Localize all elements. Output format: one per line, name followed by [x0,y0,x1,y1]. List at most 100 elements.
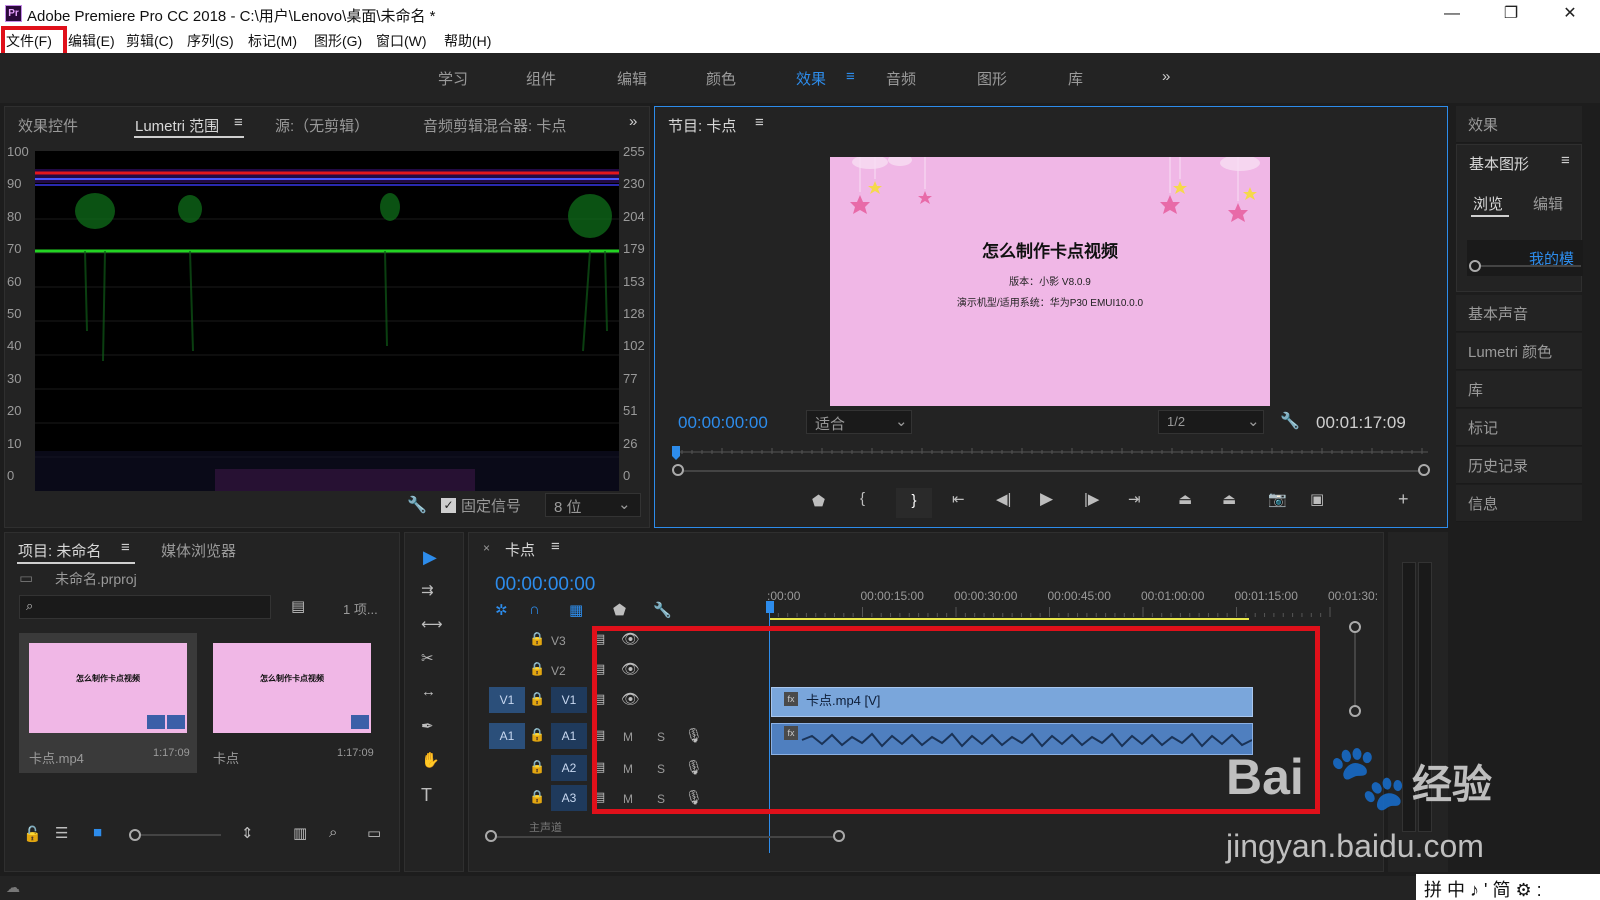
track-lock-icon[interactable]: 🔒 [529,691,545,707]
source-patch-v1[interactable]: V1 [489,687,525,713]
go-to-in-icon[interactable]: ⇤ [952,490,965,508]
close-icon[interactable]: ✕ [1550,2,1590,26]
workspace-assembly[interactable]: 组件 [526,68,556,89]
workspace-menu-icon[interactable]: ≡ [846,68,855,85]
wrench-icon[interactable]: 🔧 [1280,411,1300,431]
track-lock-icon[interactable]: 🔒 [529,789,545,805]
button-editor-add-icon[interactable]: + [1398,489,1409,510]
menu-graphics[interactable]: 图形(G) [314,31,362,51]
menu-clip[interactable]: 剪辑(C) [126,31,173,51]
add-marker-icon[interactable]: ⬟ [613,601,626,619]
selection-tool-icon[interactable]: ▶ [423,547,437,568]
workspace-learn[interactable]: 学习 [438,68,468,89]
restore-icon[interactable]: ❐ [1491,2,1531,26]
panel-menu-icon[interactable]: ≡ [755,114,764,131]
thumbnail-size-slider[interactable] [141,834,221,836]
menu-edit[interactable]: 编辑(E) [68,31,115,51]
find-icon[interactable]: ⌕ [329,824,337,841]
new-bin-icon[interactable]: ▭ [367,824,381,842]
workspace-graphics[interactable]: 图形 [977,68,1007,89]
program-mini-ruler[interactable] [671,446,1428,464]
source-patch-a1[interactable]: A1 [489,723,525,749]
panel-essential-sound[interactable]: 基本声音 [1456,295,1582,332]
ripple-edit-tool-icon[interactable]: ⟷ [421,615,443,633]
playhead-head[interactable] [766,601,774,613]
project-item-card[interactable]: 怎么制作卡点视频 卡点.mp4 1:17:09 [19,633,197,773]
track-lock-icon[interactable]: 🔒 [529,727,545,743]
workspace-editing[interactable]: 编辑 [617,68,647,89]
add-marker-icon[interactable]: ⬟ [812,492,825,510]
track-lock-icon[interactable]: 🔒 [529,759,545,775]
panel-menu-icon[interactable]: ≡ [1561,152,1570,169]
panel-info[interactable]: 信息 [1456,485,1582,522]
panel-menu-icon[interactable]: ≡ [121,539,130,556]
close-tab-icon[interactable]: × [483,541,490,555]
workspace-color[interactable]: 颜色 [706,68,736,89]
zoom-select[interactable]: 适合 ⌄ [806,410,912,434]
thumbnail-size-handle[interactable] [129,829,141,841]
panel-effects[interactable]: 效果 [1456,106,1582,143]
clamp-signal-checkbox[interactable]: ✓ [441,498,456,513]
camera-icon[interactable]: 📷 [1268,490,1287,508]
lock-icon[interactable]: 🔓 [23,825,42,843]
comparison-view-icon[interactable]: ▣ [1310,490,1324,508]
menu-marker[interactable]: 标记(M) [248,31,297,51]
tab-project[interactable]: 项目: 未命名 [18,540,101,561]
track-select-tool-icon[interactable]: ⇉ [421,581,434,599]
program-timecode[interactable]: 00:00:00:00 [678,413,768,433]
track-label[interactable]: V3 [551,634,566,648]
lift-icon[interactable]: ⏏ [1178,490,1192,508]
mark-in-icon[interactable]: { [860,490,865,507]
project-item-card[interactable]: 怎么制作卡点视频 卡点 1:17:09 [203,633,381,773]
nest-toggle-icon[interactable]: ✲ [495,601,508,619]
new-bin-from-search-icon[interactable]: ▤ [291,597,305,615]
razor-tool-icon[interactable]: ✂ [421,649,434,667]
mark-out-icon[interactable]: } [896,488,932,518]
tab-browse[interactable]: 浏览 [1473,193,1503,214]
play-icon[interactable]: ▶ [1040,489,1053,509]
step-forward-icon[interactable]: |▶ [1084,490,1099,508]
track-label[interactable]: V1 [551,687,587,713]
icon-view-icon[interactable]: ■ [93,824,102,841]
type-tool-icon[interactable]: T [421,785,432,806]
slider-track[interactable] [1481,265,1581,267]
slip-tool-icon[interactable]: ↔ [421,683,436,700]
track-label[interactable]: A3 [551,785,587,811]
sort-icon[interactable]: ⇕ [241,824,254,842]
tab-lumetri-scopes[interactable]: Lumetri 范围 [135,115,219,136]
panel-menu-icon[interactable]: ≡ [234,114,243,131]
zoom-handle-left[interactable] [485,830,497,842]
workspace-libraries[interactable]: 库 [1068,68,1083,89]
bit-depth-select[interactable]: 8 位 ⌄ [545,493,641,517]
program-zoom-bar[interactable] [678,470,1424,472]
slider-handle[interactable] [1469,260,1481,272]
zoom-handle-right[interactable] [833,830,845,842]
tab-media-browser[interactable]: 媒体浏览器 [161,540,236,561]
my-templates-select[interactable]: 我的模 [1467,240,1583,276]
more-workspaces-icon[interactable]: » [1162,68,1170,85]
tab-audio-clip-mixer[interactable]: 音频剪辑混合器: 卡点 [423,115,566,136]
track-lock-icon[interactable]: 🔒 [529,631,545,647]
vertical-scroll-handle[interactable] [1349,621,1361,633]
list-view-icon[interactable]: ☰ [55,824,68,842]
ime-toolbar[interactable]: 拼 中 ♪ ' 简 ⚙ : [1416,874,1600,900]
wrench-icon[interactable]: 🔧 [407,495,427,515]
tab-program[interactable]: 节目: 卡点 [668,115,736,136]
resolution-select[interactable]: 1/2 ⌄ [1158,410,1264,434]
step-back-icon[interactable]: ◀| [996,490,1011,508]
zoom-handle-right[interactable] [1418,464,1430,476]
zoom-handle-left[interactable] [672,464,684,476]
workspace-audio[interactable]: 音频 [886,68,916,89]
timeline-zoom-bar[interactable] [491,836,841,838]
tab-edit[interactable]: 编辑 [1533,193,1563,214]
vertical-scroll-handle[interactable] [1349,705,1361,717]
panel-libraries[interactable]: 库 [1456,371,1582,408]
tab-source[interactable]: 源:（无剪辑） [275,115,369,136]
minimize-icon[interactable]: — [1432,2,1472,26]
timeline-settings-wrench-icon[interactable]: 🔧 [653,601,672,619]
essential-graphics-title[interactable]: 基本图形 [1469,153,1529,174]
vertical-scroll-track[interactable] [1354,633,1356,705]
workspace-effects[interactable]: 效果 [796,68,826,89]
menu-sequence[interactable]: 序列(S) [187,31,234,51]
linked-selection-icon[interactable]: ▦ [569,601,583,619]
